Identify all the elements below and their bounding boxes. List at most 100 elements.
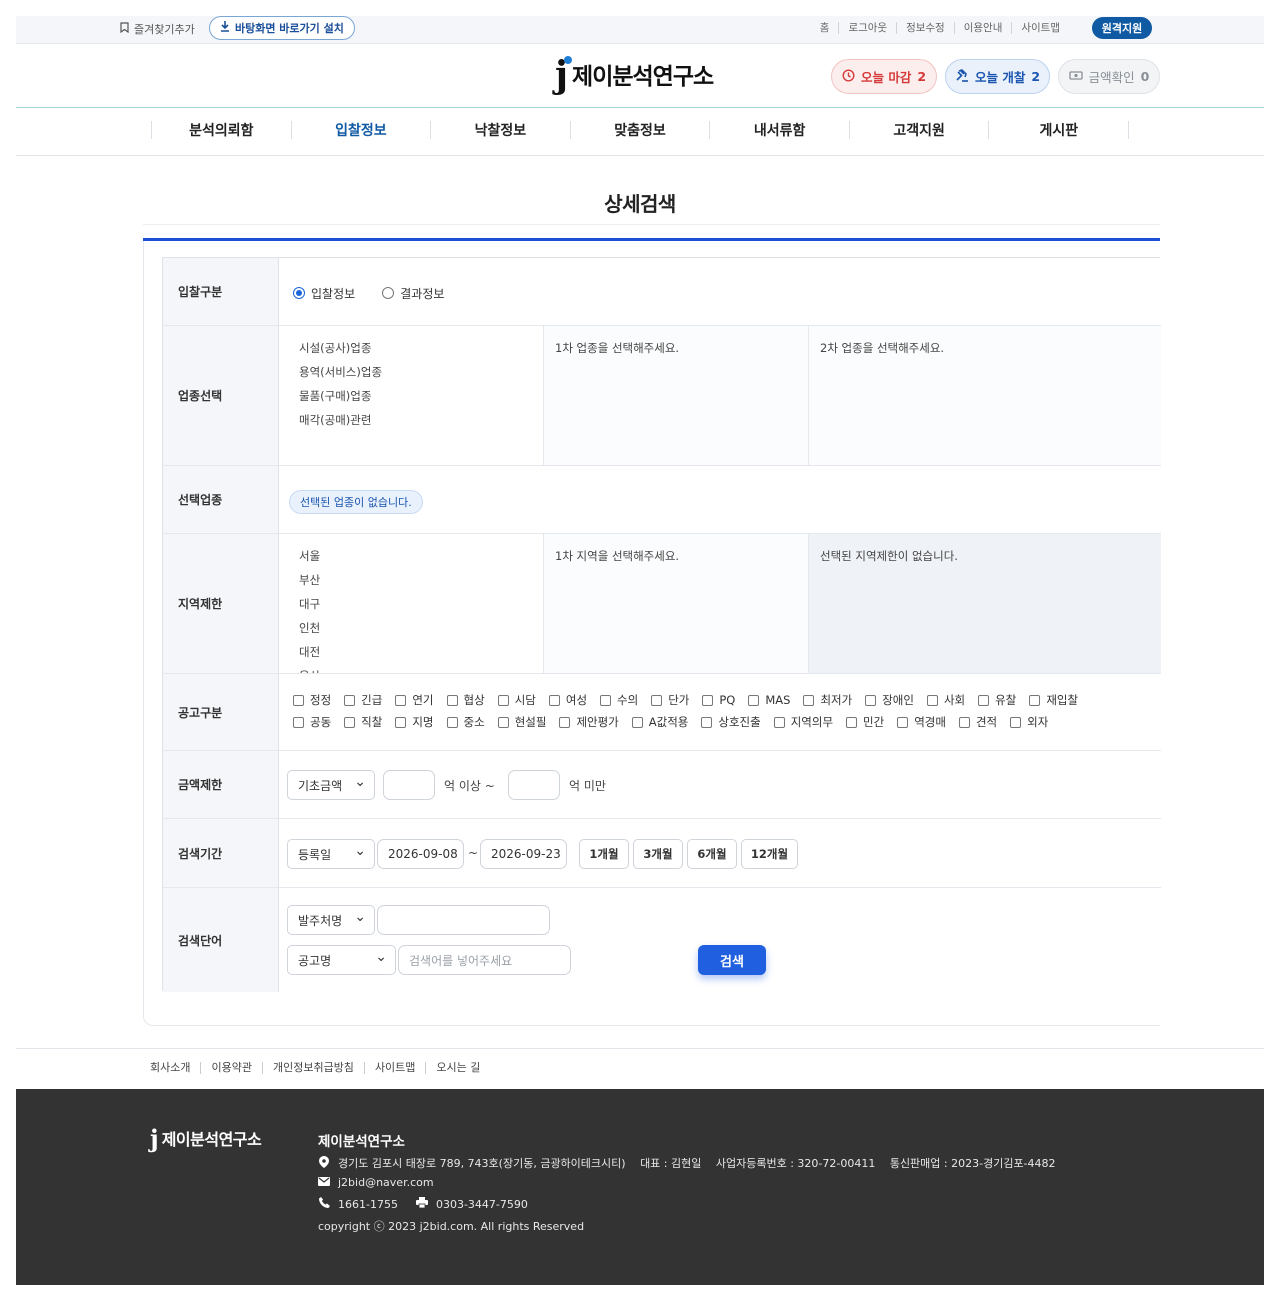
notice-type-checkbox[interactable]: 직찰 [344, 714, 382, 730]
footer-company-name: 제이분석연구소 [318, 1134, 405, 1150]
notice-type-checkbox[interactable]: 단가 [651, 692, 689, 708]
radio-result-info[interactable]: 결과정보 [382, 285, 444, 302]
notice-type-checkbox[interactable]: 현설필 [497, 714, 546, 730]
bookmark-label: 즐겨찾기추가 [134, 23, 195, 36]
region-item[interactable]: 대구 [290, 592, 532, 616]
site-logo[interactable]: j 제이분석연구소 [555, 56, 714, 93]
notice-type-checkbox-label: 견적 [975, 715, 998, 729]
util-link-sitemap[interactable]: 사이트맵 [1011, 22, 1069, 34]
notice-type-checkbox[interactable]: 사회 [926, 692, 965, 708]
amount-type-select[interactable]: 기초금액 [287, 770, 375, 800]
footer-logo: j 제이분석연구소 [150, 1126, 262, 1151]
today-opening-button[interactable]: 오늘 개찰 2 [945, 59, 1050, 94]
nav-bid-info[interactable]: 입찰정보 [290, 121, 431, 139]
period-6month-button[interactable]: 6개월 [687, 839, 737, 869]
amount-check-button[interactable]: 금액확인 0 [1058, 59, 1160, 94]
mail-icon [318, 1176, 330, 1189]
radio-result-info-label: 결과정보 [400, 286, 445, 301]
notice-type-checkbox[interactable]: 외자 [1010, 714, 1048, 730]
install-shortcut-button[interactable]: 바탕화면 바로가기 설치 [209, 16, 355, 40]
footer-link-about[interactable]: 회사소개 [140, 1062, 200, 1074]
region-item[interactable]: 인천 [290, 616, 532, 640]
today-deadline-button[interactable]: 오늘 마감 2 [831, 59, 937, 94]
bookmark-icon [120, 22, 129, 36]
checkbox-icon [803, 694, 815, 706]
industry-level2[interactable]: 2차 업종을 선택해주세요. [809, 326, 1161, 465]
notice-type-checkbox[interactable]: 공동 [293, 714, 331, 730]
notice-type-checkbox[interactable]: PQ [702, 693, 735, 707]
notice-type-checkbox[interactable]: 협상 [446, 692, 485, 708]
notice-type-checkbox[interactable]: 지명 [395, 714, 434, 730]
checkbox-icon [1010, 716, 1022, 728]
checkbox-icon [559, 716, 571, 728]
notice-type-checkbox[interactable]: 역경매 [897, 714, 946, 730]
nav-divider [16, 155, 1264, 156]
footer-email[interactable]: j2bid@naver.com [338, 1176, 434, 1189]
notice-type-checkbox[interactable]: 견적 [958, 714, 998, 730]
util-link-home[interactable]: 홈 [811, 22, 839, 34]
notice-type-checkbox[interactable]: 수의 [600, 692, 638, 708]
amount-limit-label: 금액제한 [163, 751, 279, 818]
nav-customer-support[interactable]: 고객지원 [848, 121, 989, 139]
util-link-logout[interactable]: 로그아웃 [838, 22, 896, 34]
period-12month-button[interactable]: 12개월 [741, 839, 798, 869]
bookmark-link[interactable]: 즐겨찾기추가 [120, 21, 195, 37]
industry-item[interactable]: 매각(공매)관련 [290, 408, 532, 432]
bid-type-value: 입찰정보 결과정보 [279, 258, 1161, 325]
period-1month-button[interactable]: 1개월 [579, 839, 629, 869]
notice-type-checkbox[interactable]: 여성 [548, 692, 587, 708]
keyword-field1-select[interactable]: 발주처명 [287, 905, 375, 935]
nav-analysis-box[interactable]: 분석의뢰함 [151, 121, 291, 139]
util-link-profile[interactable]: 정보수정 [896, 22, 954, 34]
region-item[interactable]: 울산 [290, 664, 532, 673]
keyword-search-input[interactable]: 검색어를 넣어주세요 [398, 945, 571, 975]
notice-type-checkbox[interactable]: 지역의무 [773, 714, 833, 730]
footer-link-terms[interactable]: 이용약관 [200, 1062, 261, 1074]
nav-award-info[interactable]: 낙찰정보 [430, 121, 570, 139]
region-item[interactable]: 대전 [290, 640, 532, 664]
notice-type-checkbox[interactable]: 제안평가 [559, 714, 619, 730]
radio-bid-info[interactable]: 입찰정보 [293, 285, 355, 302]
row-amount: 금액제한 기초금액 억 이상 ~ 억 미만 [163, 751, 1161, 819]
notice-type-checkbox[interactable]: 정정 [293, 692, 331, 708]
row-bid-type: 입찰구분 입찰정보 결과정보 [163, 258, 1161, 326]
industry-item[interactable]: 시설(공사)업종 [290, 336, 532, 360]
period-start-input[interactable]: 2026-09-08 [377, 839, 464, 869]
region-level1[interactable]: 1차 지역을 선택해주세요. [544, 534, 809, 673]
notice-type-checkbox[interactable]: 민간 [846, 714, 884, 730]
notice-type-checkbox[interactable]: 연기 [395, 692, 434, 708]
industry-level1[interactable]: 1차 업종을 선택해주세요. [544, 326, 809, 465]
notice-type-checkbox[interactable]: 시담 [497, 692, 536, 708]
notice-type-checkbox[interactable]: 긴급 [344, 692, 382, 708]
notice-type-checkbox[interactable]: 최저가 [803, 692, 852, 708]
notice-type-checkbox[interactable]: 상호진출 [701, 714, 761, 730]
notice-type-checkbox[interactable]: MAS [748, 693, 790, 707]
footer-link-privacy[interactable]: 개인정보취급방침 [261, 1062, 364, 1074]
keyword-field2-select[interactable]: 공고명 [287, 945, 396, 975]
notice-type-checkbox[interactable]: 장애인 [865, 692, 914, 708]
amount-min-input[interactable] [383, 770, 435, 800]
amount-max-input[interactable] [508, 770, 560, 800]
notice-type-checkbox[interactable]: 재입찰 [1029, 692, 1078, 708]
industry-item[interactable]: 용역(서비스)업종 [290, 360, 532, 384]
nav-custom-info[interactable]: 맞춤정보 [569, 121, 710, 139]
util-link-guide[interactable]: 이용안내 [953, 22, 1012, 34]
notice-type-checkbox[interactable]: 중소 [446, 714, 485, 730]
notice-type-checkbox[interactable]: A값적용 [631, 714, 688, 730]
row-period: 검색기간 등록일 2026-09-08 ~ 2026-09-23 1개월 3개월… [163, 819, 1161, 888]
nav-my-documents[interactable]: 내서류함 [709, 121, 849, 139]
region-item[interactable]: 부산 [290, 568, 532, 592]
footer-link-sitemap[interactable]: 사이트맵 [363, 1062, 425, 1074]
footer-link-directions[interactable]: 오시는 길 [425, 1062, 490, 1074]
period-end-input[interactable]: 2026-09-23 [480, 839, 567, 869]
remote-support-button[interactable]: 원격지원 [1092, 17, 1152, 39]
footer-logo-text: 제이분석연구소 [161, 1130, 262, 1149]
region-item[interactable]: 서울 [290, 544, 532, 568]
nav-board[interactable]: 게시판 [988, 121, 1130, 139]
industry-item[interactable]: 물품(구매)업종 [290, 384, 532, 408]
period-type-select[interactable]: 등록일 [287, 839, 375, 869]
keyword-field1-input[interactable] [377, 905, 550, 935]
notice-type-checkbox[interactable]: 유찰 [978, 692, 1016, 708]
period-3month-button[interactable]: 3개월 [633, 839, 683, 869]
search-button[interactable]: 검색 [698, 945, 766, 975]
